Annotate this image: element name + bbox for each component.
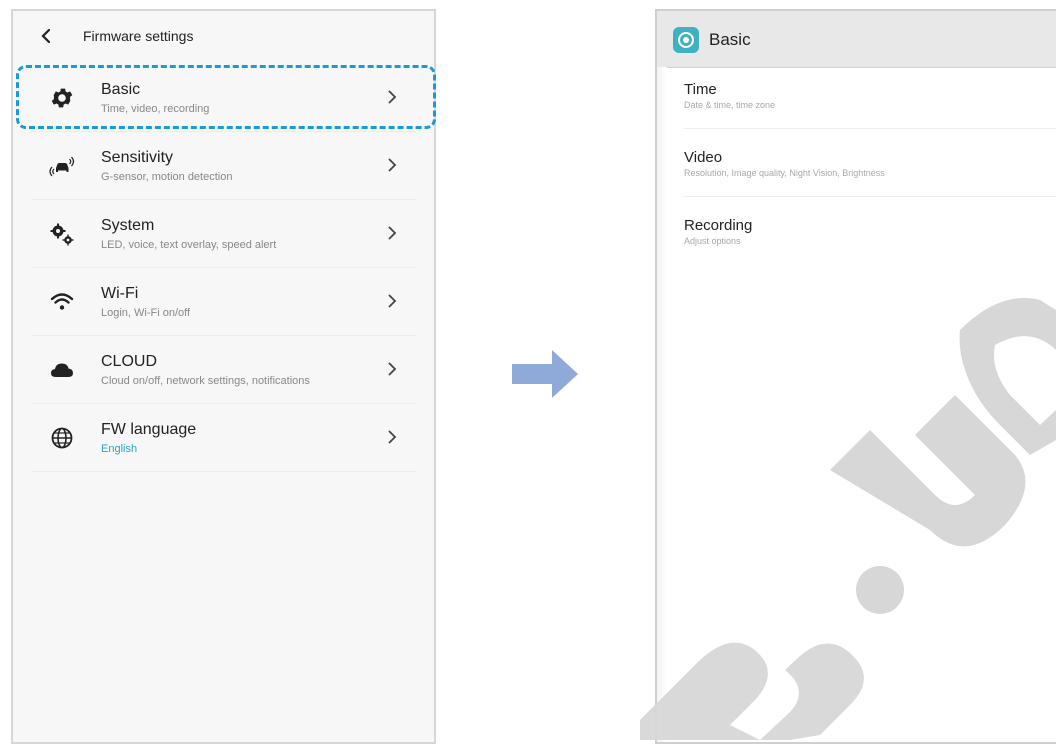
divider xyxy=(684,128,1056,129)
menu-item-label: System xyxy=(101,217,155,234)
chevron-right-icon xyxy=(388,362,397,376)
menu-item-value: English xyxy=(101,443,138,455)
app-logo-icon xyxy=(673,27,699,53)
menu-item-description: Time, video, recording xyxy=(101,103,210,115)
chevron-right-icon xyxy=(388,226,397,240)
page-title: Firmware settings xyxy=(83,28,194,44)
gear-icon xyxy=(51,88,73,108)
firmware-settings-screen: Firmware settings Basic Time, video, rec… xyxy=(11,9,436,744)
top-bar: Firmware settings xyxy=(13,11,434,61)
menu-item-label: Basic xyxy=(101,81,141,98)
menu-item-label: Wi-Fi xyxy=(101,285,139,302)
menu-item-fw-language[interactable]: FW language English xyxy=(13,403,434,471)
setting-item-video[interactable]: Video Resolution, Image quality, Night V… xyxy=(657,135,1056,203)
setting-item-description: Resolution, Image quality, Night Vision,… xyxy=(684,168,885,178)
cloud-icon xyxy=(51,363,73,377)
basic-settings-list: Time Date & time, time zone Video Resolu… xyxy=(657,67,1056,271)
menu-item-label: Sensitivity xyxy=(101,149,174,166)
chevron-right-icon xyxy=(388,90,397,104)
menu-item-cloud[interactable]: CLOUD Cloud on/off, network settings, no… xyxy=(13,335,434,403)
menu-item-label: CLOUD xyxy=(101,353,158,370)
menu-item-system[interactable]: System LED, voice, text overlay, speed a… xyxy=(13,199,434,267)
divider xyxy=(31,471,416,472)
wifi-icon xyxy=(50,293,74,310)
header-bar: Basic xyxy=(657,11,1056,68)
setting-item-label: Time xyxy=(684,81,717,98)
setting-item-label: Recording xyxy=(684,217,753,234)
setting-item-description: Date & time, time zone xyxy=(684,100,776,110)
menu-item-sensitivity[interactable]: Sensitivity G-sensor, motion detection xyxy=(13,131,434,199)
menu-item-description: Cloud on/off, network settings, notifica… xyxy=(101,375,310,387)
menu-item-description: Login, Wi-Fi on/off xyxy=(101,307,191,319)
page-title: Basic xyxy=(709,30,751,49)
divider xyxy=(684,196,1056,197)
globe-icon xyxy=(51,427,73,449)
basic-settings-screen: Basic Time Date & time, time zone Video … xyxy=(655,9,1056,744)
setting-item-description: Adjust options xyxy=(684,236,741,246)
menu-item-description: LED, voice, text overlay, speed alert xyxy=(101,239,277,251)
setting-item-time[interactable]: Time Date & time, time zone xyxy=(657,67,1056,135)
chevron-right-icon xyxy=(388,158,397,172)
selection-highlight xyxy=(16,65,436,129)
menu-item-label: FW language xyxy=(101,421,197,438)
menu-item-basic[interactable]: Basic Time, video, recording xyxy=(13,63,436,131)
menu-item-wifi[interactable]: Wi-Fi Login, Wi-Fi on/off xyxy=(13,267,434,335)
menu-item-description: G-sensor, motion detection xyxy=(101,171,233,183)
chevron-right-icon xyxy=(388,430,397,444)
car-vibration-icon xyxy=(49,156,75,177)
gears-icon xyxy=(50,223,74,246)
back-arrow-icon[interactable] xyxy=(35,25,57,47)
settings-menu: Basic Time, video, recording Sensitivity… xyxy=(13,63,436,472)
chevron-right-icon xyxy=(388,294,397,308)
arrow-right-icon xyxy=(512,350,578,398)
setting-item-label: Video xyxy=(684,149,723,166)
setting-item-recording[interactable]: Recording Adjust options xyxy=(657,203,1056,271)
